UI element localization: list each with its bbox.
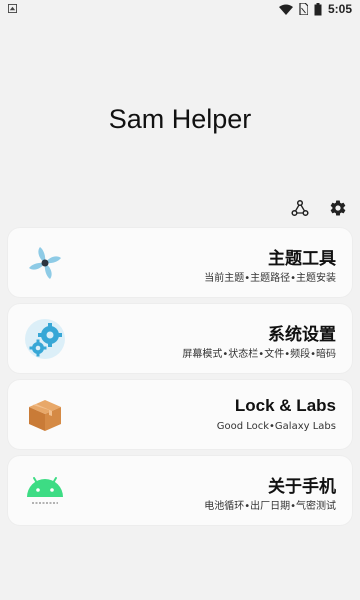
card-subtitle: 屏幕模式•状态栏•文件•频段•暗码: [182, 349, 336, 360]
card-title: 系统设置: [268, 325, 336, 345]
status-icons: 5:05: [278, 2, 352, 16]
share-nodes-icon: [291, 199, 309, 217]
settings-button[interactable]: [328, 198, 348, 218]
notification-icon: [8, 4, 17, 13]
wifi-icon: [278, 4, 293, 15]
toolbar-actions: [290, 198, 348, 218]
card-lock-labs[interactable]: Lock & Labs Good Lock•Galaxy Labs: [8, 380, 352, 449]
android-icon: [27, 477, 63, 504]
sim-card-icon: [299, 3, 308, 15]
card-title: 主题工具: [268, 249, 336, 269]
card-subtitle: Good Lock•Galaxy Labs: [216, 421, 336, 432]
fan-icon: [29, 247, 61, 279]
card-system-settings[interactable]: 系统设置 屏幕模式•状态栏•文件•频段•暗码: [8, 304, 352, 373]
gears-icon: [25, 319, 65, 359]
card-about-phone[interactable]: 关于手机 电池循环•出厂日期•气密测试: [8, 456, 352, 525]
card-title: Lock & Labs: [234, 396, 336, 415]
share-nodes-button[interactable]: [290, 198, 310, 218]
card-subtitle: 电池循环•出厂日期•气密测试: [204, 501, 336, 512]
card-subtitle: 当前主题•主题路径•主题安装: [204, 273, 336, 284]
box-icon: [29, 400, 61, 431]
status-bar: 5:05: [0, 0, 360, 18]
app-title: Sam Helper: [108, 104, 252, 134]
card-title: 关于手机: [268, 477, 336, 497]
battery-icon: [314, 2, 322, 15]
settings-gear-icon: [330, 200, 346, 216]
card-theme-tools[interactable]: 主题工具 当前主题•主题路径•主题安装: [8, 228, 352, 297]
status-time: 5:05: [327, 2, 352, 16]
